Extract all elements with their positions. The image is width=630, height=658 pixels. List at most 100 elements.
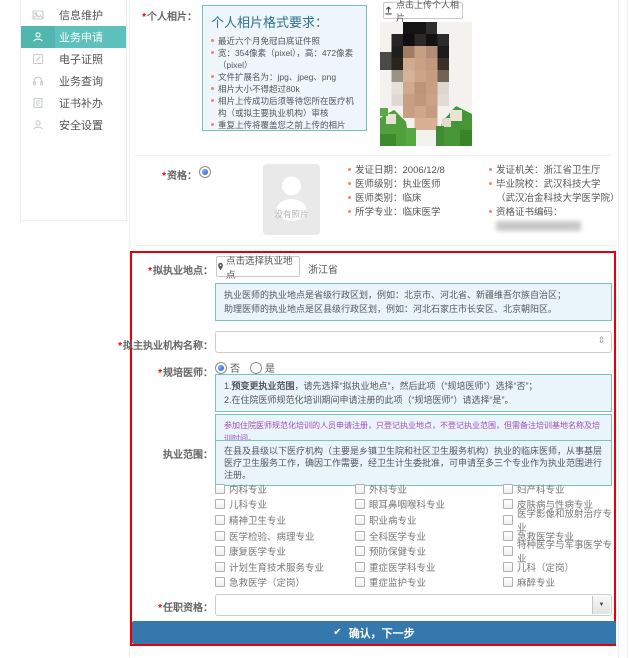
qualification-details-right: 发证机关：浙江省卫生厅 毕业院校：武汉科技大学（武汉冶金科技大学医学院） 资格证… — [489, 164, 617, 234]
checkbox-icon[interactable] — [215, 531, 225, 541]
scope-checkbox[interactable]: 妇产科专业 — [503, 482, 617, 496]
bullet-icon — [211, 87, 214, 90]
qualification-details-left: 发证日期：2006/12/8 医师级别：执业医师 医师类别：临床 所学专业：临床… — [348, 164, 486, 220]
sidebar-item-label: 安全设置 — [55, 117, 103, 133]
qualification-label: *资格： — [162, 167, 197, 182]
checkbox-icon[interactable] — [215, 546, 225, 556]
checkbox-icon[interactable] — [355, 499, 365, 509]
detail-item: 发证机关：浙江省卫生厅 — [489, 164, 617, 178]
checkbox-icon[interactable] — [503, 577, 513, 587]
scope-checkbox[interactable]: 内科专业 — [215, 482, 355, 496]
radio-icon[interactable] — [215, 362, 227, 374]
detail-item: 毕业院校：武汉科技大学（武汉冶金科技大学医学院） — [489, 178, 617, 206]
checkbox-icon[interactable] — [215, 499, 225, 509]
sidebar-item-certificate-reissue[interactable]: 证书补办 — [21, 92, 126, 114]
sidebar-item-info-maintenance[interactable]: 信息维护 — [21, 4, 126, 26]
photo-requirement-item: 相片上传成功后须等待您所在医疗机构（或拟主要执业机构）审核 — [211, 95, 358, 119]
upload-photo-button[interactable]: 点击上传个人相片 — [383, 2, 463, 19]
checkbox-icon[interactable] — [215, 484, 225, 494]
radio-icon[interactable] — [250, 362, 262, 374]
personal-photo-label: *个人相片： — [142, 8, 197, 23]
checkbox-icon[interactable] — [355, 531, 365, 541]
bullet-icon — [211, 123, 214, 126]
sidebar-item-business-application[interactable]: 业务申请 — [21, 26, 126, 48]
edit-icon — [21, 48, 55, 70]
main-org-select[interactable]: ⇕ — [215, 331, 612, 353]
practice-location-value: 浙江省 — [308, 261, 338, 276]
sidebar-item-electronic-license[interactable]: 电子证照 — [21, 48, 126, 70]
photo-requirement-item: 重复上传将覆盖您之前上传的相片 — [211, 119, 358, 131]
photo-requirement-item: 最近六个月免冠白底证件照 — [211, 35, 358, 47]
trainee-radio-group: 否 是 — [215, 360, 275, 375]
content-right-border — [618, 0, 619, 658]
user-icon — [21, 26, 55, 48]
scope-checkbox[interactable]: 职业病专业 — [355, 513, 503, 527]
checkbox-icon[interactable] — [355, 546, 365, 556]
main-org-label: *拟主执业机构名称： — [118, 337, 213, 352]
checkbox-icon[interactable] — [215, 515, 225, 525]
detail-item: 资格证书编码： — [489, 206, 617, 234]
sidebar-item-business-query[interactable]: 业务查询 — [21, 70, 126, 92]
sidebar-item-label: 信息维护 — [55, 7, 103, 23]
upload-icon — [384, 6, 393, 15]
confirm-next-button[interactable]: ✔ 确认，下一步 — [132, 621, 616, 644]
document-icon — [21, 92, 55, 114]
scope-checkbox[interactable]: 医学检验、病理专业 — [215, 529, 355, 543]
practice-scope-note: 在县及县级以下医疗机构（主要是乡镇卫生院和社区卫生服务机构）执业的临床医师，从事… — [215, 440, 612, 486]
bullet-icon — [489, 210, 492, 213]
bullet-icon — [211, 99, 214, 102]
scope-checkbox[interactable]: 重症医学科专业 — [355, 560, 503, 574]
headset-icon — [21, 70, 55, 92]
trainee-option-yes[interactable]: 是 — [250, 360, 275, 375]
trainee-option-no[interactable]: 否 — [215, 360, 240, 375]
scope-checkbox[interactable]: 康复医学专业 — [215, 544, 355, 558]
certificate-photo-placeholder: 没有照片 — [263, 164, 320, 235]
checkbox-icon[interactable] — [215, 562, 225, 572]
checkbox-icon[interactable] — [503, 562, 513, 572]
checkbox-icon[interactable] — [355, 562, 365, 572]
scope-checkbox[interactable]: 重症监护专业 — [355, 575, 503, 589]
checkbox-icon[interactable] — [355, 484, 365, 494]
scope-checkbox[interactable]: 儿科专业 — [215, 497, 355, 511]
bullet-icon — [211, 51, 214, 54]
photo-requirement-item: 相片大小不得超过80k — [211, 83, 358, 95]
checkbox-icon[interactable] — [215, 577, 225, 587]
sidebar-item-label: 业务申请 — [55, 29, 103, 45]
scope-checkbox[interactable]: 眼耳鼻咽喉科专业 — [355, 497, 503, 511]
checkbox-icon[interactable] — [503, 546, 513, 556]
bullet-icon — [348, 168, 351, 171]
dropdown-arrow-icon[interactable]: ▼ — [592, 596, 610, 614]
sidebar-item-label: 证书补办 — [55, 95, 103, 111]
checkbox-icon[interactable] — [503, 515, 513, 525]
detail-item: 发证日期：2006/12/8 — [348, 164, 486, 178]
checkbox-icon[interactable] — [503, 484, 513, 494]
title-qualification-select[interactable]: ▼ — [215, 594, 612, 616]
title-qualification-label: *任职资格： — [158, 599, 213, 614]
qualification-radio[interactable] — [199, 166, 211, 178]
scope-checkbox[interactable]: 麻醉专业 — [503, 575, 617, 589]
detail-item: 医师级别：执业医师 — [348, 178, 486, 192]
scope-checkbox[interactable]: 全科医学专业 — [355, 529, 503, 543]
bullet-icon — [489, 182, 492, 185]
image-icon — [21, 4, 55, 26]
trainee-note: 1.预变更执业范围，请先选择“拟执业地点”，然后此项（“规培医师”）选择“否”；… — [215, 374, 612, 412]
stepper-icon[interactable]: ⇕ — [597, 335, 605, 346]
section-divider — [135, 155, 612, 156]
checkbox-icon[interactable] — [355, 515, 365, 525]
select-practice-location-button[interactable]: 点击选择执业地点 — [216, 256, 300, 277]
redacted-certificate-code — [496, 221, 581, 231]
scope-checkbox[interactable]: 计划生育技术服务专业 — [215, 560, 355, 574]
scope-checkbox[interactable]: 外科专业 — [355, 482, 503, 496]
checkbox-icon[interactable] — [355, 577, 365, 587]
detail-item: 医师类别：临床 — [348, 192, 486, 206]
scope-checkbox[interactable]: 精神卫生专业 — [215, 513, 355, 527]
sidebar-item-label: 业务查询 — [55, 73, 103, 89]
scope-checkbox[interactable]: 预防保健专业 — [355, 544, 503, 558]
sidebar-item-label: 电子证照 — [55, 51, 103, 67]
page-right-border — [627, 0, 628, 658]
scope-checkbox[interactable]: 儿科（定岗） — [503, 560, 617, 574]
bullet-icon — [211, 39, 214, 42]
scope-checkbox[interactable]: 急救医学（定岗） — [215, 575, 355, 589]
sidebar: 信息维护 业务申请 电子证照 业务查询 证书补办 安全设置 — [20, 0, 127, 221]
sidebar-item-security-settings[interactable]: 安全设置 — [21, 114, 126, 136]
